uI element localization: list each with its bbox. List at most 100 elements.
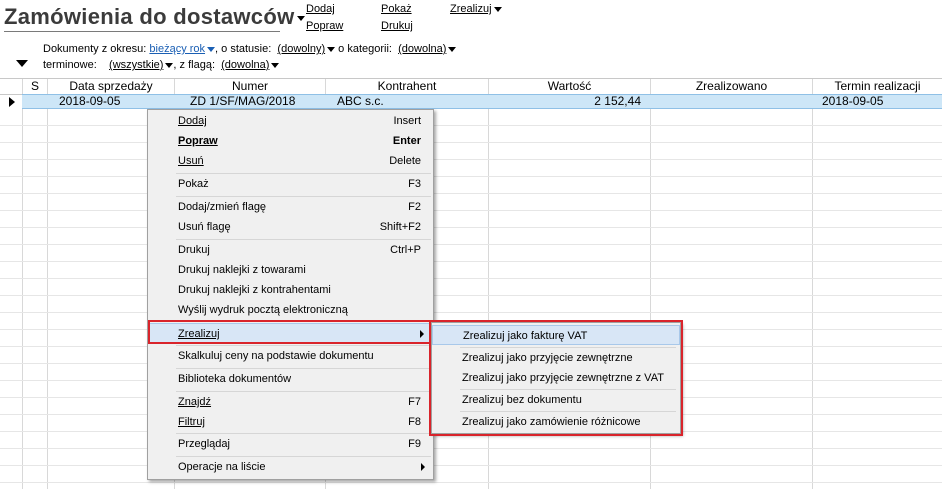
grid-hline xyxy=(0,448,942,449)
popraw-link[interactable]: Popraw xyxy=(306,20,343,32)
column-header-due[interactable]: Termin realizacji xyxy=(813,79,942,94)
menu-item-shortcut: F7 xyxy=(408,396,421,408)
row-indicator-header xyxy=(0,79,23,94)
menu-item-label: Pokaż xyxy=(178,178,209,190)
menu-item-drukuj-naklejki-kontrahenci[interactable]: Drukuj naklejki z kontrahentami xyxy=(148,280,433,300)
menu-item-usun-flage[interactable]: Usuń flagę Shift+F2 xyxy=(148,217,433,237)
menu-item-label: Biblioteka dokumentów xyxy=(178,373,292,385)
grid-vline xyxy=(22,79,23,489)
category-select[interactable]: (dowolna) xyxy=(398,43,446,55)
cell-date: 2018-09-05 xyxy=(59,94,121,108)
menu-item-operacje[interactable]: Operacje na liście xyxy=(148,457,433,477)
menu-item-drukuj[interactable]: Drukuj Ctrl+P xyxy=(148,240,433,260)
period-select[interactable]: bieżący rok xyxy=(149,43,205,55)
grid-hline xyxy=(0,244,942,245)
menu-item-shortcut: F3 xyxy=(408,178,421,190)
menu-item-label: Drukuj naklejki z towarami xyxy=(178,264,306,276)
dodaj-link[interactable]: Dodaj xyxy=(306,3,335,15)
menu-item-drukuj-naklejki-towary[interactable]: Drukuj naklejki z towarami xyxy=(148,260,433,280)
page-title: Zamówienia do dostawców xyxy=(4,4,305,30)
status-label: , o statusie: xyxy=(215,43,272,55)
grid-hline xyxy=(0,312,942,313)
menu-item-przegladaj[interactable]: Przeglądaj F9 xyxy=(148,434,433,454)
column-header-date[interactable]: Data sprzedaży xyxy=(48,79,175,94)
menu-item-usun[interactable]: Usuń Delete xyxy=(148,151,433,171)
menu-item-label: Dodaj xyxy=(178,115,207,127)
flag-chevron-icon[interactable] xyxy=(271,62,280,68)
menu-item-label: Usuń xyxy=(178,155,204,167)
cell-due: 2018-09-05 xyxy=(822,94,884,108)
grid-hline xyxy=(0,125,942,126)
flag-label: , z flagą: xyxy=(173,59,215,71)
grid-vline xyxy=(812,79,813,489)
menu-item-label: Skalkuluj ceny na podstawie dokumentu xyxy=(178,350,374,362)
highlight-zrealizuj xyxy=(148,320,431,344)
menu-item-label: Przeglądaj xyxy=(178,438,230,450)
submenu-arrow-icon xyxy=(421,463,425,471)
menu-item-shortcut: Ctrl+P xyxy=(390,244,421,256)
flag-select[interactable]: (dowolna) xyxy=(221,59,269,71)
menu-item-biblioteka[interactable]: Biblioteka dokumentów xyxy=(148,369,433,389)
menu-item-label: Znajdź xyxy=(178,396,212,408)
zrealizuj-link-label[interactable]: Zrealizuj xyxy=(450,3,492,15)
column-header-realized[interactable]: Zrealizowano xyxy=(651,79,813,94)
column-header-value[interactable]: Wartość xyxy=(489,79,651,94)
menu-item-popraw[interactable]: Popraw Enter xyxy=(148,131,433,151)
menu-item-pokaz[interactable]: Pokaż F3 xyxy=(148,174,433,194)
cell-number: ZD 1/SF/MAG/2018 xyxy=(190,94,296,108)
grid-hline xyxy=(0,159,942,160)
grid-vline xyxy=(47,79,48,489)
filter-line-2: terminowe: (wszystkie) , z flagą: (dowoln… xyxy=(43,59,280,71)
grid-hline xyxy=(0,278,942,279)
filter-line-1: Dokumenty z okresu: bieżący rok , o statu… xyxy=(43,43,457,55)
menu-item-shortcut: F8 xyxy=(408,416,421,428)
current-row-icon xyxy=(9,97,15,107)
menu-item-shortcut: F9 xyxy=(408,438,421,450)
status-select[interactable]: (dowolny) xyxy=(277,43,325,55)
grid-header: S Data sprzedaży Numer Kontrahent Wartoś… xyxy=(0,78,942,95)
page-title-text: Zamówienia do dostawców xyxy=(4,4,295,29)
category-chevron-icon[interactable] xyxy=(448,46,457,52)
collapse-filters-icon[interactable] xyxy=(16,60,28,67)
grid-hline xyxy=(0,193,942,194)
grid-hline xyxy=(0,142,942,143)
column-header-number[interactable]: Numer xyxy=(175,79,326,94)
grid-hline xyxy=(0,482,942,483)
menu-item-shortcut: Delete xyxy=(389,155,421,167)
menu-item-wyslij-wydruk[interactable]: Wyślij wydruk pocztą elektroniczną xyxy=(148,300,433,320)
title-underline xyxy=(4,31,280,32)
column-header-s[interactable]: S xyxy=(23,79,48,94)
table-row[interactable] xyxy=(22,94,942,109)
menu-item-label: Operacje na liście xyxy=(178,461,266,473)
menu-item-dodaj-flage[interactable]: Dodaj/zmień flagę F2 xyxy=(148,197,433,217)
column-header-contractor[interactable]: Kontrahent xyxy=(326,79,489,94)
menu-item-dodaj[interactable]: Dodaj Insert xyxy=(148,111,433,131)
terminowe-label: terminowe: xyxy=(43,59,97,71)
title-dropdown-icon[interactable] xyxy=(296,15,305,21)
drukuj-link[interactable]: Drukuj xyxy=(381,20,413,32)
menu-item-label: Drukuj xyxy=(178,244,210,256)
menu-item-shortcut: Enter xyxy=(392,135,421,147)
menu-item-label: Wyślij wydruk pocztą elektroniczną xyxy=(178,304,348,316)
zrealizuj-link[interactable]: Zrealizuj xyxy=(450,3,502,15)
grid-hline xyxy=(0,210,942,211)
period-chevron-icon[interactable] xyxy=(207,46,216,52)
context-menu: Dodaj Insert Popraw Enter Usuń Delete Pokaż… xyxy=(147,109,434,480)
grid-hline xyxy=(0,227,942,228)
status-chevron-icon[interactable] xyxy=(327,46,336,52)
menu-item-znajdz[interactable]: Znajdź F7 xyxy=(148,392,433,412)
menu-item-label: Popraw xyxy=(178,135,218,147)
pokaz-link[interactable]: Pokaż xyxy=(381,3,412,15)
menu-item-label: Usuń flagę xyxy=(178,221,231,233)
menu-item-filtruj[interactable]: Filtruj F8 xyxy=(148,412,433,432)
grid-hline xyxy=(0,295,942,296)
grid-hline xyxy=(0,261,942,262)
menu-item-skalkuluj[interactable]: Skalkuluj ceny na podstawie dokumentu xyxy=(148,346,433,366)
menu-item-shortcut: F2 xyxy=(408,201,421,213)
category-label: o kategorii: xyxy=(338,43,392,55)
highlight-submenu xyxy=(429,320,683,436)
menu-item-shortcut: Insert xyxy=(393,115,421,127)
chevron-down-icon xyxy=(493,6,502,12)
menu-item-label: Drukuj naklejki z kontrahentami xyxy=(178,284,331,296)
terminowe-select[interactable]: (wszystkie) xyxy=(109,59,163,71)
